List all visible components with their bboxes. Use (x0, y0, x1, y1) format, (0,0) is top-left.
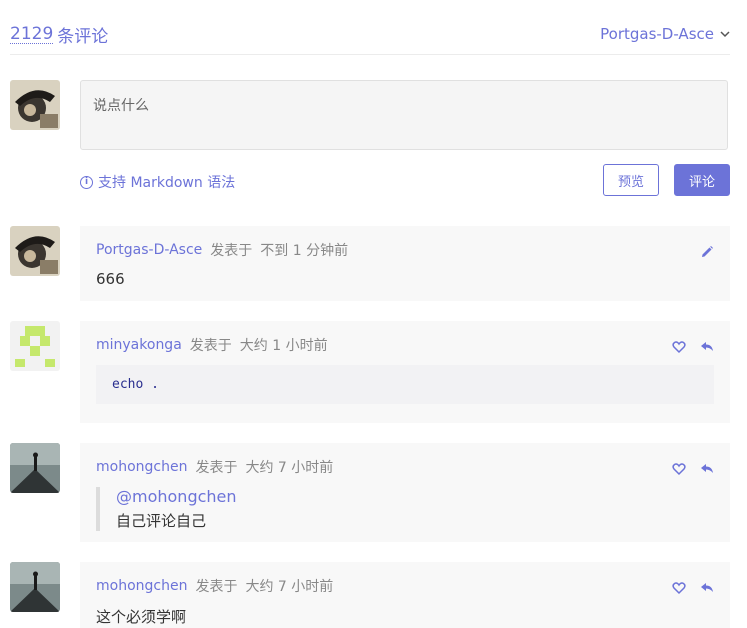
comments-header: 2129 条评论 Portgas-D-Asce (10, 14, 730, 55)
comment-meta: mohongchen 发表于 大约 7 小时前 (96, 457, 714, 477)
comment-author[interactable]: minyakonga (96, 337, 182, 353)
user-menu-name: Portgas-D-Asce (600, 25, 714, 43)
reply-icon[interactable] (700, 461, 714, 475)
comment-posted-label: 发表于 (195, 579, 238, 595)
comment-input-placeholder: 说点什么 (93, 98, 149, 114)
comment-count-label: 条评论 (57, 26, 109, 47)
comment-body: 666 (96, 270, 125, 288)
comment-meta: minyakonga 发表于 大约 1 小时前 (96, 335, 714, 355)
user-mention-link[interactable]: @mohongchen (116, 487, 714, 506)
comment-author[interactable]: mohongchen (96, 578, 187, 594)
comment-time: 不到 1 分钟前 (260, 243, 349, 259)
comment-author[interactable]: Portgas-D-Asce (96, 242, 202, 258)
comment-card: mohongchen 发表于 大约 7 小时前 @mohongchen 自己评论… (80, 443, 730, 542)
comment-avatar[interactable] (10, 562, 60, 612)
comment-time: 大约 7 小时前 (245, 579, 334, 595)
comment-time: 大约 1 小时前 (239, 338, 328, 354)
comment-meta: mohongchen 发表于 大约 7 小时前 (96, 576, 714, 596)
comment-count-number: 2129 (10, 23, 54, 44)
comment-card: minyakonga 发表于 大约 1 小时前 echo . (80, 321, 730, 423)
comment-posted-label: 发表于 (189, 338, 232, 354)
comment-avatar[interactable] (10, 226, 60, 276)
comment-avatar[interactable] (10, 321, 60, 371)
current-user-avatar (10, 80, 60, 130)
comment-posted-label: 发表于 (195, 460, 238, 476)
reply-icon[interactable] (700, 339, 714, 353)
chevron-down-icon (720, 27, 730, 41)
comments-widget: 2129 条评论 Portgas-D-Asce 说点什么 i 支持 Markdo… (0, 0, 747, 628)
comment-actions (700, 244, 714, 258)
comment-actions (672, 461, 714, 476)
submit-comment-button[interactable]: 评论 (674, 164, 730, 196)
comment-posted-label: 发表于 (210, 243, 253, 259)
heart-icon[interactable] (672, 339, 686, 354)
comment-author[interactable]: mohongchen (96, 459, 187, 475)
edit-icon[interactable] (700, 244, 714, 258)
preview-button[interactable]: 预览 (603, 164, 659, 196)
comment-code-block: echo . (96, 365, 714, 404)
comment-actions (672, 580, 714, 595)
markdown-hint-text: 支持 Markdown 语法 (98, 175, 236, 191)
comment-card: Portgas-D-Asce 发表于 不到 1 分钟前 666 (80, 226, 730, 301)
user-menu[interactable]: Portgas-D-Asce (600, 25, 730, 43)
comment-input[interactable]: 说点什么 (80, 80, 728, 150)
heart-icon[interactable] (672, 580, 686, 595)
info-icon: i (80, 175, 93, 189)
comment-quote: @mohongchen 自己评论自己 (96, 487, 714, 531)
comment-time: 大约 7 小时前 (245, 460, 334, 476)
comment-quote-text: 自己评论自己 (116, 512, 207, 530)
markdown-hint-link[interactable]: i 支持 Markdown 语法 (80, 172, 235, 192)
heart-icon[interactable] (672, 461, 686, 476)
reply-icon[interactable] (700, 580, 714, 594)
comment-count: 2129 条评论 (10, 22, 108, 47)
comment-body: 这个必须学啊 (96, 608, 187, 626)
comment-card: mohongchen 发表于 大约 7 小时前 这个必须学啊 (80, 562, 730, 628)
comment-meta: Portgas-D-Asce 发表于 不到 1 分钟前 (96, 240, 714, 260)
comment-actions (672, 339, 714, 354)
comment-avatar[interactable] (10, 443, 60, 493)
